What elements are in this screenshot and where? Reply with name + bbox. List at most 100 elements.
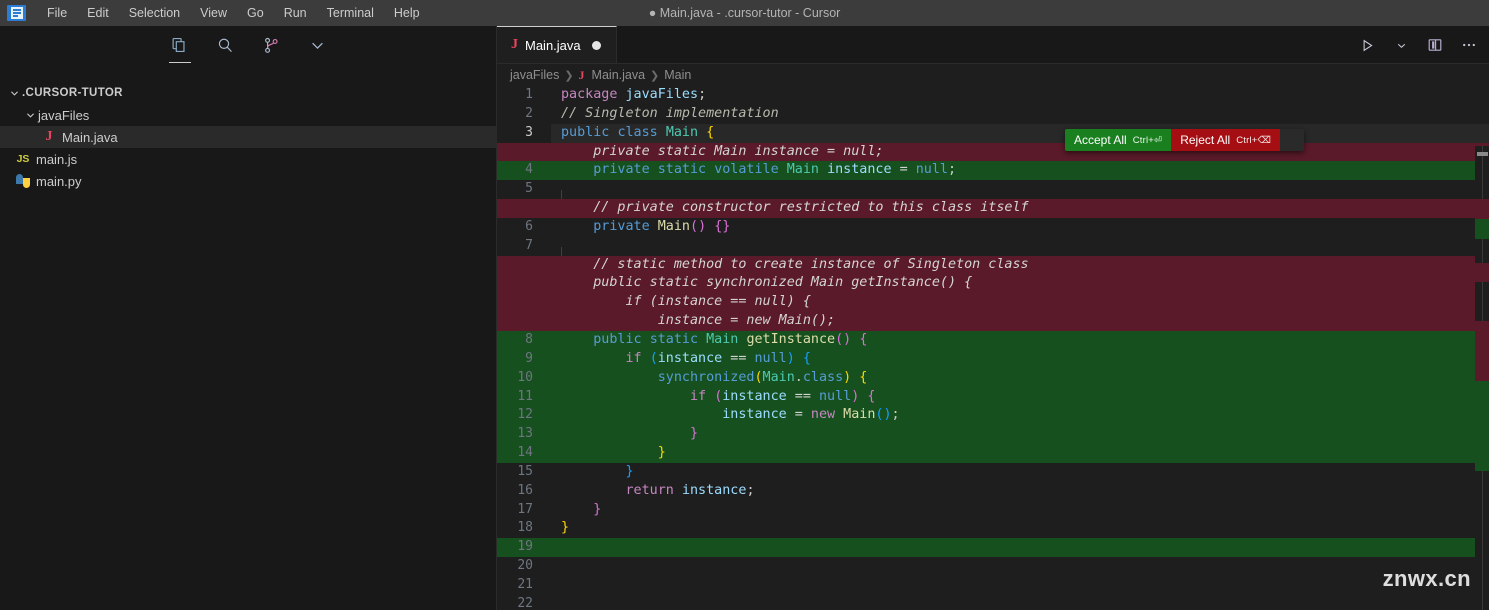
sidebar-item-label: javaFiles bbox=[38, 107, 90, 123]
line-number: 19 bbox=[517, 539, 533, 555]
java-file-icon: J bbox=[45, 129, 53, 144]
line-content: } bbox=[551, 444, 1489, 463]
line-content bbox=[551, 538, 1489, 558]
code-line[interactable]: 22 bbox=[497, 595, 1489, 610]
java-file-icon: J bbox=[578, 67, 585, 82]
accept-all-button[interactable]: Accept All Ctrl+⏎ bbox=[1065, 129, 1172, 151]
code-line-added[interactable]: 11 if (instance == null) { bbox=[497, 387, 1489, 407]
diff-widget-tail bbox=[1280, 129, 1305, 151]
code-line-added[interactable]: 13 } bbox=[497, 425, 1489, 445]
code-line[interactable]: 15 } bbox=[497, 463, 1489, 482]
menu-go[interactable]: Go bbox=[237, 3, 274, 23]
python-file-icon bbox=[14, 174, 32, 188]
code-line[interactable]: 17 } bbox=[497, 501, 1489, 520]
code-line-removed[interactable]: public static synchronized Main getInsta… bbox=[497, 274, 1489, 294]
line-number: 4 bbox=[525, 162, 533, 178]
line-number: 15 bbox=[517, 463, 533, 479]
code-line[interactable]: 18 } bbox=[497, 519, 1489, 538]
ruler-mark-added bbox=[1475, 219, 1489, 239]
sidebar-item-main-js[interactable]: JS main.js bbox=[0, 148, 497, 170]
line-number bbox=[497, 143, 551, 162]
code-line-added[interactable]: 14 } bbox=[497, 444, 1489, 463]
line-content: if (instance == null) { bbox=[551, 387, 1489, 407]
code-line[interactable]: 6 private Main() {} bbox=[497, 218, 1489, 237]
line-content: package javaFiles; bbox=[561, 87, 707, 102]
line-number: 20 bbox=[517, 558, 533, 574]
line-number: 17 bbox=[517, 501, 533, 517]
code-line-removed[interactable]: instance = new Main(); bbox=[497, 312, 1489, 331]
menu-help[interactable]: Help bbox=[384, 3, 430, 23]
sidebar-item-main-java[interactable]: J Main.java bbox=[0, 126, 497, 148]
line-number: 13 bbox=[517, 426, 533, 442]
line-number: 10 bbox=[517, 369, 533, 385]
sidebar-item-javafiles[interactable]: javaFiles bbox=[0, 104, 497, 126]
line-number: 12 bbox=[517, 407, 533, 423]
line-number: 16 bbox=[517, 482, 533, 498]
line-content: public class Main { bbox=[551, 123, 1489, 143]
code-line-added[interactable]: 10 synchronized(Main.class) { bbox=[497, 368, 1489, 388]
line-content: instance = new Main(); bbox=[551, 312, 1489, 331]
menu-run[interactable]: Run bbox=[274, 3, 317, 23]
code-line[interactable]: 16 return instance; bbox=[497, 482, 1489, 501]
code-editor[interactable]: 1 package javaFiles; 2 // Singleton impl… bbox=[497, 86, 1489, 610]
line-number: 11 bbox=[517, 388, 533, 404]
unsaved-dot-icon[interactable] bbox=[591, 40, 601, 50]
ruler-mark-removed bbox=[1475, 263, 1489, 282]
ruler-mark-added bbox=[1475, 381, 1489, 471]
editor-scrollbar-thumb[interactable] bbox=[1477, 152, 1488, 156]
accept-all-shortcut: Ctrl+⏎ bbox=[1132, 134, 1163, 146]
line-content: } bbox=[561, 463, 634, 479]
line-content: } bbox=[551, 425, 1489, 445]
menu-view[interactable]: View bbox=[190, 3, 237, 23]
breadcrumb-javafiles[interactable]: javaFiles bbox=[510, 68, 559, 82]
code-line-added[interactable]: 9 if (instance == null) { bbox=[497, 349, 1489, 369]
line-content: private Main() {} bbox=[561, 218, 731, 234]
line-content: if (instance == null) { bbox=[551, 293, 1489, 313]
line-content: instance = new Main(); bbox=[551, 406, 1489, 426]
code-line[interactable]: 2 // Singleton implementation bbox=[497, 105, 1489, 124]
source-control-icon[interactable] bbox=[257, 30, 287, 60]
more-actions-button[interactable] bbox=[1457, 33, 1481, 57]
sidebar-item-main-py[interactable]: main.py bbox=[0, 170, 497, 192]
code-line-removed[interactable]: if (instance == null) { bbox=[497, 293, 1489, 313]
menu-edit[interactable]: Edit bbox=[77, 3, 119, 23]
code-line[interactable]: 20 bbox=[497, 557, 1489, 576]
explorer-root-cursor-tutor[interactable]: .CURSOR-TUTOR bbox=[0, 82, 497, 104]
code-line[interactable]: 7 bbox=[497, 237, 1489, 266]
run-options-chevron-icon[interactable] bbox=[1389, 33, 1413, 57]
ruler-mark-removed bbox=[1475, 199, 1489, 219]
line-content bbox=[551, 237, 1489, 266]
menu-selection[interactable]: Selection bbox=[119, 3, 190, 23]
split-editor-button[interactable] bbox=[1423, 33, 1447, 57]
chevron-down-icon bbox=[6, 85, 22, 101]
line-number bbox=[497, 199, 551, 218]
tab-main-java[interactable]: J Main.java bbox=[497, 26, 617, 63]
breadcrumb-main-symbol[interactable]: Main bbox=[664, 68, 691, 82]
line-content: private static Main instance = null; bbox=[551, 142, 1489, 162]
chevron-down-icon[interactable] bbox=[303, 30, 333, 60]
line-number: 8 bbox=[525, 331, 533, 347]
code-line-added[interactable]: 8 public static Main getInstance() { bbox=[497, 330, 1489, 350]
code-line-removed[interactable]: // static method to create instance of S… bbox=[497, 255, 1489, 275]
menu-file[interactable]: File bbox=[37, 3, 77, 23]
code-line-added[interactable]: 19 bbox=[497, 538, 1489, 558]
breadcrumb-separator-icon: ❯ bbox=[650, 69, 660, 82]
breadcrumb-main-java[interactable]: Main.java bbox=[592, 68, 646, 82]
explorer-icon[interactable] bbox=[165, 30, 195, 63]
code-line[interactable]: 1 package javaFiles; bbox=[497, 86, 1489, 105]
menu-terminal[interactable]: Terminal bbox=[317, 3, 384, 23]
code-line-added[interactable]: 4 private static volatile Main instance … bbox=[497, 161, 1489, 181]
reject-all-label: Reject All bbox=[1180, 133, 1231, 147]
code-line[interactable]: 21 bbox=[497, 576, 1489, 595]
code-line[interactable]: 5 bbox=[497, 180, 1489, 210]
code-line-added[interactable]: 12 instance = new Main(); bbox=[497, 406, 1489, 426]
tab-label: Main.java bbox=[525, 37, 581, 53]
reject-all-button[interactable]: Reject All Ctrl+⌫ bbox=[1171, 129, 1281, 151]
overview-ruler[interactable] bbox=[1475, 146, 1489, 610]
code-line-removed[interactable]: private static Main instance = null; bbox=[497, 142, 1489, 162]
code-line[interactable]: 3 public class Main { bbox=[497, 123, 1489, 143]
search-icon[interactable] bbox=[211, 30, 241, 60]
breadcrumb: javaFiles ❯ J Main.java ❯ Main bbox=[497, 64, 1489, 86]
run-button[interactable] bbox=[1355, 33, 1379, 57]
code-line-removed[interactable]: // private constructor restricted to thi… bbox=[497, 199, 1489, 218]
